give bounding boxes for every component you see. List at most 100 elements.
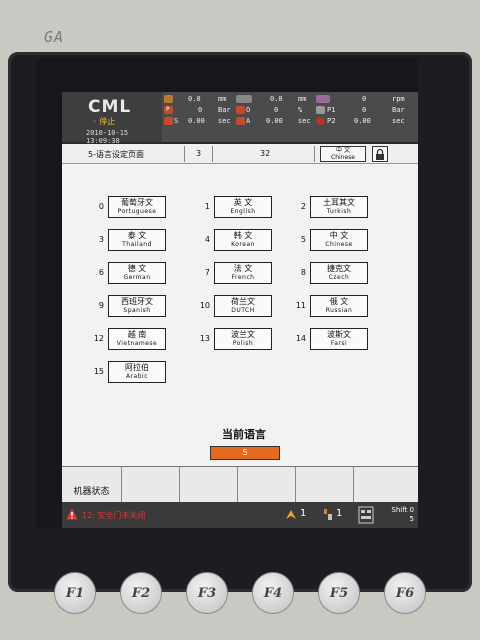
language-name-en: Spanish — [123, 307, 151, 314]
softkey-bar: 机器状态 — [62, 466, 418, 503]
position-icon — [164, 95, 173, 103]
stat-unit: Bar — [392, 106, 405, 114]
language-index: 4 — [204, 235, 210, 244]
language-index: 13 — [199, 334, 210, 343]
stat-value: 0.0 — [188, 95, 201, 103]
language-button[interactable]: 波兰文 Polish — [214, 328, 272, 350]
f6-key[interactable]: F6 — [384, 572, 426, 614]
softkey-5[interactable] — [296, 467, 354, 503]
stat-unit: sec — [298, 117, 311, 125]
language-index: 1 — [204, 202, 210, 211]
stat-unit: rpm — [392, 95, 405, 103]
language-button[interactable]: 土耳其文 Turkish — [310, 196, 368, 218]
screw-icon — [316, 95, 330, 103]
language-name-cn: 土耳其文 — [323, 198, 355, 207]
language-button[interactable]: 西班牙文 Spanish — [108, 295, 166, 317]
language-name-en: Polish — [232, 340, 254, 347]
language-name-cn: 波斯文 — [327, 330, 351, 339]
language-name-en: French — [231, 274, 255, 281]
stat-unit: sec — [392, 117, 405, 125]
stat-unit: sec — [218, 117, 231, 125]
language-button[interactable]: 泰 文 Thailand — [108, 229, 166, 251]
f2-key[interactable]: F2 — [120, 572, 162, 614]
language-button[interactable]: 德 文 German — [108, 262, 166, 284]
stat-label: S — [174, 117, 179, 125]
stat-unit: % — [298, 106, 303, 114]
stat-label: P — [166, 106, 170, 113]
keyboard-icon — [358, 506, 374, 524]
lock-button[interactable] — [372, 146, 388, 162]
language-name-cn: 荷兰文 — [231, 297, 255, 306]
a-icon — [236, 117, 245, 125]
language-index: 3 — [98, 235, 104, 244]
language-name-en: Korean — [231, 241, 255, 248]
language-button[interactable]: 中 文 Chinese — [310, 229, 368, 251]
f5-key[interactable]: F5 — [318, 572, 360, 614]
logo: CML — [88, 97, 132, 117]
divider — [314, 146, 315, 162]
language-index: 11 — [295, 301, 306, 310]
softkey-machine-status[interactable]: 机器状态 — [62, 467, 122, 503]
language-name-cn: 葡萄牙文 — [121, 198, 153, 207]
language-index: 6 — [98, 268, 104, 277]
stat-row-1: 0.0 mm 0.0 mm 0 rpm — [164, 94, 416, 105]
current-language-value[interactable]: 5 — [210, 446, 280, 460]
language-name-en: German — [123, 274, 151, 281]
language-name-en: DUTCH — [231, 307, 255, 314]
stat-unit: mm — [218, 95, 227, 103]
language-name-cn: 泰 文 — [127, 231, 147, 240]
language-button[interactable]: 荷兰文 DUTCH — [214, 295, 272, 317]
stats-panel: 0.0 mm 0.0 mm 0 rpm P 0 Bar O 0 % P1 0 B… — [164, 94, 416, 127]
language-button[interactable]: 阿拉伯 Arabic — [108, 361, 166, 383]
current-language-label: 当前语言 — [222, 428, 266, 441]
shift-label: Shift 0 — [391, 506, 414, 514]
stat-value: 0.0 — [270, 95, 283, 103]
language-button[interactable]: 波斯文 Farsi — [310, 328, 368, 350]
divider — [212, 146, 213, 162]
language-name-en: Farsi — [330, 340, 348, 347]
language-name-cn: 越 南 — [127, 330, 147, 339]
f4-key[interactable]: F4 — [252, 572, 294, 614]
language-index: 0 — [98, 202, 104, 211]
language-index: 8 — [300, 268, 306, 277]
language-name-en: Vietnamese — [116, 340, 158, 347]
stat-row-3: S 0.00 sec A 0.00 sec P2 0.00 sec — [164, 116, 416, 127]
language-index: 14 — [295, 334, 306, 343]
language-name-cn: 法 文 — [233, 264, 253, 273]
softkey-3[interactable] — [180, 467, 238, 503]
language-name-en: Russian — [325, 307, 353, 314]
indicator-value-1: 1 — [300, 508, 307, 519]
language-button[interactable]: 法 文 French — [214, 262, 272, 284]
language-name-cn: 波兰文 — [231, 330, 255, 339]
language-button[interactable]: 韩 文 Korean — [214, 229, 272, 251]
language-button[interactable]: 捷克文 Czech — [310, 262, 368, 284]
language-toggle-button[interactable]: 中 文 Chinese — [320, 146, 366, 162]
language-button[interactable]: 葡萄牙文 Portuguese — [108, 196, 166, 218]
language-button[interactable]: 俄 文 Russian — [310, 295, 368, 317]
stat-value: 0.00 — [354, 117, 371, 125]
language-name-en: English — [230, 208, 256, 215]
f1-key[interactable]: F1 — [54, 572, 96, 614]
softkey-2[interactable] — [122, 467, 180, 503]
logo-area: CML ◦ 停止 2010-10-15 13:09:38 — [62, 92, 162, 145]
f3-key[interactable]: F3 — [186, 572, 228, 614]
hmi-screen: CML ◦ 停止 2010-10-15 13:09:38 0.0 mm 0.0 … — [62, 92, 418, 528]
language-button[interactable]: 英 文 English — [214, 196, 272, 218]
language-index: 12 — [93, 334, 104, 343]
language-index: 9 — [98, 301, 104, 310]
language-button[interactable]: 越 南 Vietnamese — [108, 328, 166, 350]
language-name-en: Turkish — [326, 208, 352, 215]
softkey-4[interactable] — [238, 467, 296, 503]
stat-value: 0.00 — [266, 117, 283, 125]
stat-label: P1 — [327, 106, 336, 114]
language-name-en: Chinese — [325, 241, 353, 248]
indicator-value-2: 1 — [336, 508, 343, 519]
language-index: 10 — [199, 301, 210, 310]
stat-value: 0 — [362, 95, 367, 103]
language-name-cn: 德 文 — [127, 264, 147, 273]
cycle-icon — [316, 117, 325, 125]
language-name-en: Czech — [328, 274, 350, 281]
datetime: 2010-10-15 13:09:38 — [86, 129, 129, 145]
softkey-6[interactable] — [354, 467, 418, 503]
language-index: 15 — [93, 367, 104, 376]
